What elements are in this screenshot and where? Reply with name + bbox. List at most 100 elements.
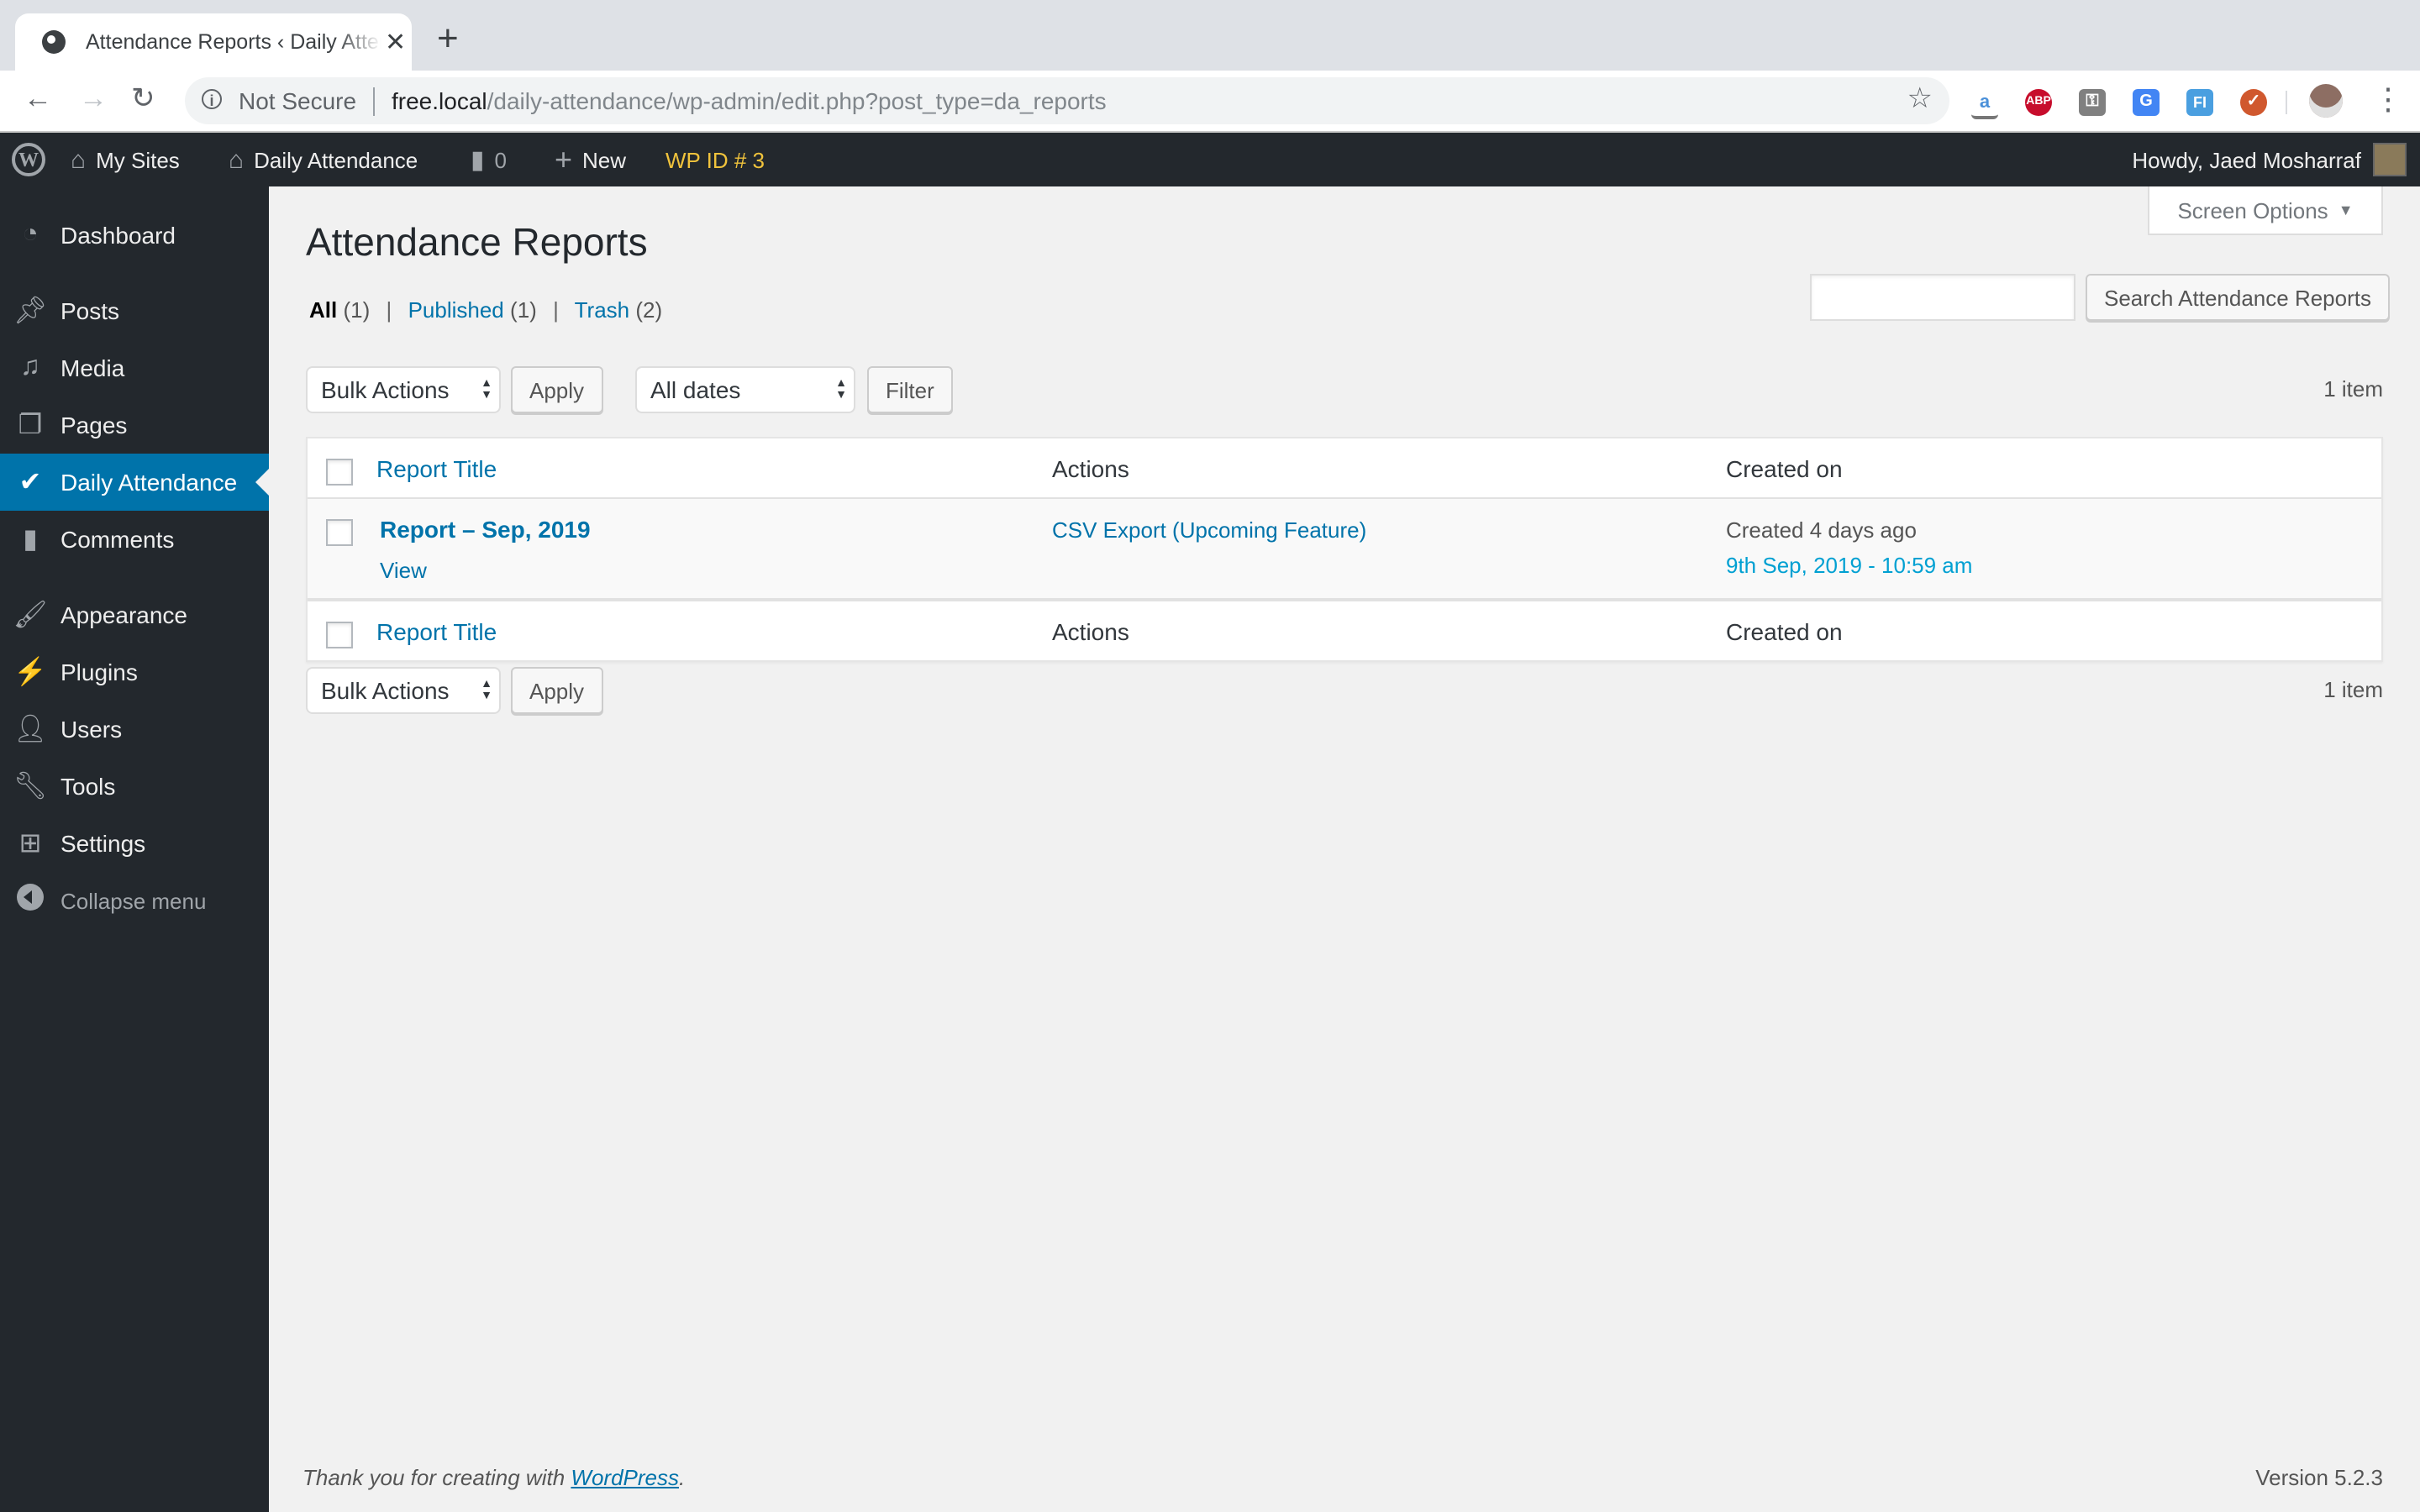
apply-button-bottom[interactable]: Apply xyxy=(511,667,603,714)
table-header-row: Report Title Actions Created on xyxy=(308,438,2381,499)
screen: Attendance Reports ‹ Daily Attendance ✕ … xyxy=(0,0,2420,1512)
google-translate-icon[interactable]: G xyxy=(2133,89,2160,116)
screen-options-button[interactable]: Screen Options ▼ xyxy=(2148,186,2383,235)
bulk-actions-select[interactable]: Bulk Actions ▲ ▼ xyxy=(306,366,501,413)
collapse-menu-button[interactable]: Collapse menu xyxy=(0,872,269,929)
wp-admin-bar: W ⌂ My Sites ⌂ Daily Attendance ▮ 0 + Ne… xyxy=(0,133,2420,186)
sidebar-item-dashboard[interactable]: ◔ Dashboard xyxy=(0,207,269,264)
new-tab-button[interactable]: + xyxy=(437,17,459,60)
browser-tab-strip: Attendance Reports ‹ Daily Attendance ✕ … xyxy=(0,0,2420,71)
forward-icon[interactable]: → xyxy=(79,82,108,116)
my-sites-label: My Sites xyxy=(96,147,180,172)
sidebar-item-media[interactable]: ♫ Media xyxy=(0,339,269,396)
search-input[interactable] xyxy=(1810,274,2075,321)
date-filter-value: All dates xyxy=(650,376,741,403)
site-name-menu[interactable]: ⌂ Daily Attendance xyxy=(229,133,418,186)
sidebar-item-pages[interactable]: ❐ Pages xyxy=(0,396,269,454)
select-arrows-icon: ▲ ▼ xyxy=(481,378,492,402)
sidebar-item-plugins[interactable]: ⚡ Plugins xyxy=(0,643,269,701)
media-icon: ♫ xyxy=(20,353,40,381)
amazon-assistant-icon[interactable]: a xyxy=(1971,89,1998,119)
back-icon[interactable]: ← xyxy=(24,82,52,116)
user-avatar xyxy=(2373,143,2407,176)
separator: | xyxy=(553,297,559,323)
wordpress-link[interactable]: WordPress xyxy=(571,1465,679,1490)
wp-logo-menu[interactable]: W xyxy=(12,133,45,186)
csv-export-link[interactable]: CSV Export (Upcoming Feature) xyxy=(1052,517,1366,543)
wordpress-logo-icon: W xyxy=(12,143,45,176)
sidebar-item-settings[interactable]: ⊞ Settings xyxy=(0,815,269,872)
howdy-label: Howdy, Jaed Mosharraf xyxy=(2132,147,2361,172)
pages-icon: ❐ xyxy=(18,412,43,440)
wp-id-item[interactable]: WP ID # 3 xyxy=(666,133,765,186)
bulk-actions-select-bottom[interactable]: Bulk Actions ▲ ▼ xyxy=(306,667,501,714)
browser-tab[interactable]: Attendance Reports ‹ Daily Attendance ✕ xyxy=(15,13,412,71)
view-trash-link[interactable]: Trash xyxy=(575,297,630,323)
checkmark-icon: ✔ xyxy=(18,469,42,497)
report-title-link[interactable]: Report – Sep, 2019 xyxy=(380,516,591,543)
created-date: 9th Sep, 2019 - 10:59 am xyxy=(1726,553,1973,578)
adblock-plus-icon[interactable]: ABP xyxy=(2025,89,2052,116)
select-all-checkbox-footer[interactable] xyxy=(326,622,353,648)
new-label: New xyxy=(582,147,627,172)
column-header-actions: Actions xyxy=(1052,455,1129,482)
user-icon: 👤︎ xyxy=(13,716,48,744)
user-check-icon[interactable]: ✓ xyxy=(2240,89,2267,116)
comments-menu[interactable]: ▮ 0 xyxy=(471,133,507,186)
date-filter-select[interactable]: All dates ▲ ▼ xyxy=(635,366,855,413)
info-icon[interactable]: i xyxy=(202,89,222,109)
search-button[interactable]: Search Attendance Reports xyxy=(2086,274,2390,321)
column-footer-report-title[interactable]: Report Title xyxy=(376,618,497,645)
globe-icon xyxy=(42,30,66,54)
apply-button[interactable]: Apply xyxy=(511,366,603,413)
reload-icon[interactable]: ↻ xyxy=(131,82,155,116)
view-all-count: (1) xyxy=(343,297,371,323)
address-bar[interactable]: i Not Secure free.local/daily-attendance… xyxy=(185,77,1949,124)
account-menu[interactable]: Howdy, Jaed Mosharraf xyxy=(2132,133,2407,186)
footer-thankyou: Thank you for creating with WordPress. xyxy=(302,1465,686,1490)
sidebar-item-daily-attendance[interactable]: ✔ Daily Attendance xyxy=(0,454,269,511)
password-manager-icon[interactable]: ⚿ xyxy=(2079,89,2106,116)
bookmark-star-icon[interactable]: ☆ xyxy=(1907,82,1933,116)
screen-options-label: Screen Options xyxy=(2177,197,2328,223)
site-name-label: Daily Attendance xyxy=(254,147,418,172)
view-published-link[interactable]: Published xyxy=(408,297,504,323)
form-filler-icon[interactable]: FI xyxy=(2186,89,2213,116)
more-menu-icon[interactable]: ⋮ xyxy=(2373,82,2403,118)
my-sites-menu[interactable]: ⌂ My Sites xyxy=(71,133,180,186)
bulk-actions-value: Bulk Actions xyxy=(321,677,450,704)
view-all-link[interactable]: All xyxy=(309,297,337,323)
row-checkbox[interactable] xyxy=(326,519,353,546)
divider xyxy=(2286,91,2287,114)
tab-title: Attendance Reports ‹ Daily Attendance xyxy=(86,30,381,54)
table-row: Report – Sep, 2019 View CSV Export (Upco… xyxy=(308,499,2381,600)
close-tab-icon[interactable]: ✕ xyxy=(385,27,406,57)
sites-icon: ⌂ xyxy=(71,145,87,174)
sidebar-item-tools[interactable]: 🔧︎ Tools xyxy=(0,758,269,815)
page-title: Attendance Reports xyxy=(306,220,648,264)
separator: | xyxy=(386,297,392,323)
url-text[interactable]: free.local/daily-attendance/wp-admin/edi… xyxy=(392,87,1107,114)
items-count: 1 item xyxy=(2323,376,2383,402)
column-footer-created-on: Created on xyxy=(1726,618,1843,645)
column-header-report-title[interactable]: Report Title xyxy=(376,455,497,482)
filter-button[interactable]: Filter xyxy=(867,366,953,413)
sidebar-item-users[interactable]: 👤︎ Users xyxy=(0,701,269,758)
select-all-checkbox[interactable] xyxy=(326,459,353,486)
tablenav-top: Bulk Actions ▲ ▼ Apply All dates ▲ ▼ Filte… xyxy=(306,366,2383,417)
reports-table: Report Title Actions Created on Report –… xyxy=(306,437,2383,662)
wp-id-label: WP ID # 3 xyxy=(666,147,765,172)
view-link[interactable]: View xyxy=(380,558,427,583)
sidebar-item-appearance[interactable]: 🖌︎ Appearance xyxy=(0,586,269,643)
profile-avatar[interactable] xyxy=(2309,84,2343,118)
sidebar-item-posts[interactable]: 📌︎ Posts xyxy=(0,282,269,339)
footer-version: Version 5.2.3 xyxy=(2255,1465,2383,1490)
new-content-menu[interactable]: + New xyxy=(555,133,626,186)
sidebar-item-comments[interactable]: ▮ Comments xyxy=(0,511,269,568)
select-arrows-icon: ▲ ▼ xyxy=(835,378,847,402)
created-ago: Created 4 days ago xyxy=(1726,517,1917,543)
view-published-count: (1) xyxy=(510,297,537,323)
triangle-down-icon: ▼ xyxy=(2338,202,2354,218)
browser-toolbar: ← → ↻ i Not Secure free.local/daily-atte… xyxy=(0,71,2420,133)
bulk-actions-value: Bulk Actions xyxy=(321,376,450,403)
